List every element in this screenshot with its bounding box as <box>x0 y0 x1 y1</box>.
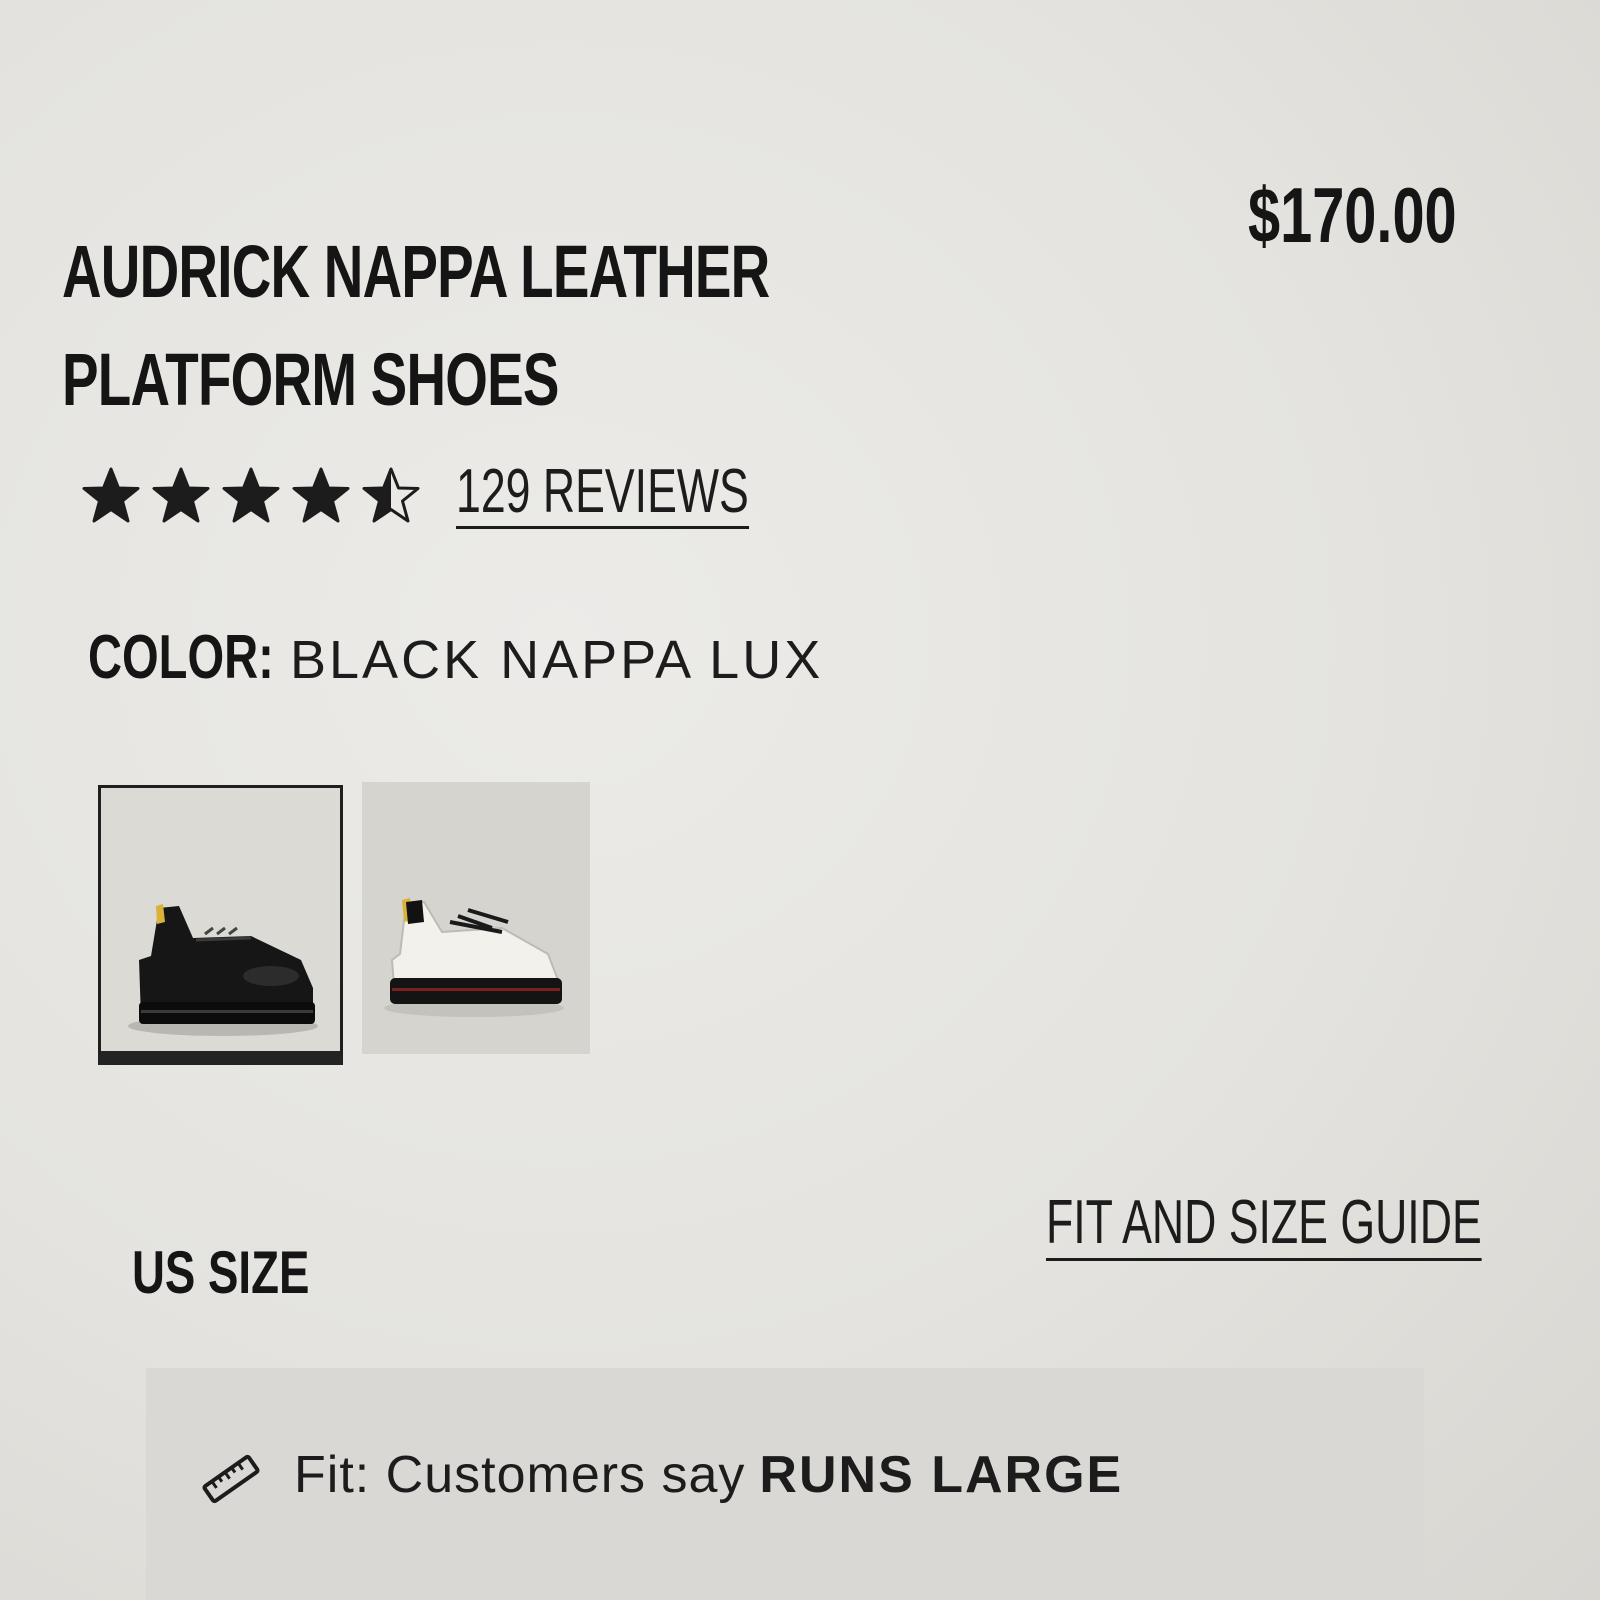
star-filled-icon <box>152 467 210 523</box>
fit-and-size-guide-link[interactable]: FIT AND SIZE GUIDE <box>1046 1188 1482 1261</box>
color-swatch-black[interactable] <box>98 785 343 1065</box>
fit-info: Fit: Customers say RUNS LARGE <box>200 1440 1123 1510</box>
star-filled-icon <box>82 467 140 523</box>
product-detail-page: AUDRICK NAPPA LEATHER PLATFORM SHOES $17… <box>0 0 1600 1600</box>
size-label: US SIZE <box>132 1239 310 1306</box>
reviews-link[interactable]: 129 REVIEWS <box>456 458 749 529</box>
product-title: AUDRICK NAPPA LEATHER PLATFORM SHOES <box>62 218 770 434</box>
fit-text: Fit: Customers say RUNS LARGE <box>294 1445 1123 1505</box>
white-shoe-image <box>384 898 564 1017</box>
product-price: $170.00 <box>1248 171 1457 259</box>
star-rating[interactable] <box>80 462 422 532</box>
star-half-icon <box>362 467 420 523</box>
ruler-icon <box>202 1454 260 1504</box>
color-swatch-white[interactable] <box>362 782 590 1054</box>
product-title-line-2: PLATFORM SHOES <box>62 337 559 421</box>
color-value: BLACK NAPPA LUX <box>290 630 824 690</box>
rating-stars <box>80 466 422 528</box>
star-filled-icon <box>292 467 350 523</box>
color-label: COLOR: <box>88 623 274 692</box>
star-filled-icon <box>222 467 280 523</box>
color-selection: COLOR: BLACK NAPPA LUX <box>88 622 823 693</box>
black-shoe-image <box>128 904 318 1036</box>
product-title-line-1: AUDRICK NAPPA LEATHER <box>62 229 770 313</box>
fit-prefix: Fit: Customers say <box>294 1446 746 1504</box>
fit-value: RUNS LARGE <box>759 1446 1124 1504</box>
